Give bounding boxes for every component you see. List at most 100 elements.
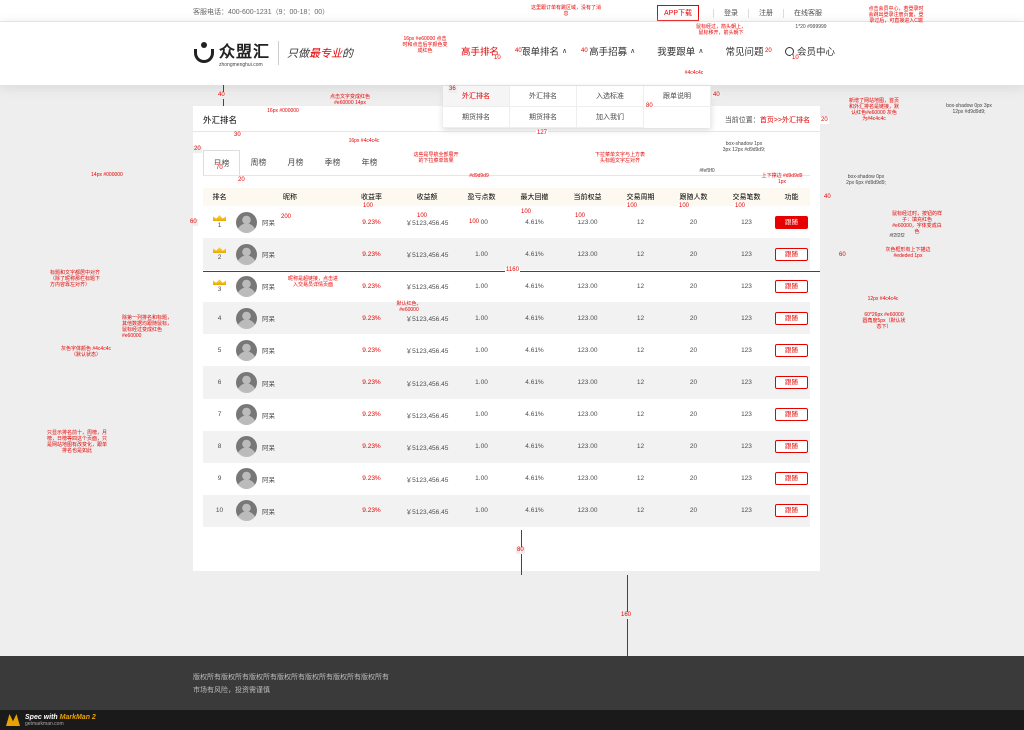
app-download-button[interactable]: APP下载 xyxy=(656,5,699,21)
col-max-drawdown: 最大回撤 xyxy=(520,194,549,201)
site-logo[interactable]: 众盟汇 zhongmenghui.com 只做最专业的 xyxy=(193,38,353,68)
nav-dropdown-menu: 外汇排名 外汇排名 入选标准 跟单说明 期货排名 期货排名 加入我们 xyxy=(443,86,711,128)
follow-button[interactable]: 跟随 xyxy=(775,343,808,357)
trade-period: 12 xyxy=(636,282,645,290)
follow-button[interactable]: 跟随 xyxy=(775,247,808,261)
return-amount: ￥5123,456.45 xyxy=(405,380,449,388)
followers: 20 xyxy=(689,314,698,322)
dim-label: 100 xyxy=(520,209,533,216)
dim-label: 20 xyxy=(820,117,829,124)
trade-count: 123 xyxy=(741,218,752,226)
trade-period: 12 xyxy=(636,250,645,258)
table-row[interactable]: 5 阿呆 9.23% ￥5123,456.45 1.00 4.61% 123.00 12 20 1… xyxy=(203,334,810,366)
register-link[interactable]: 注册 xyxy=(748,8,783,18)
annotation-row-border: 灰色框形有上下描边 #ededed 1px xyxy=(885,247,931,259)
annotation-row-bg: #f2f2f2 xyxy=(889,233,905,239)
table-row[interactable]: 7 阿呆 9.23% ￥5123,456.45 1.00 4.61% 123.00 12 20 1… xyxy=(203,399,810,431)
follow-button[interactable]: 跟随 xyxy=(775,440,808,454)
avatar xyxy=(236,500,257,522)
dim-label: 100 xyxy=(626,203,639,210)
annotation-crumb: 新增了网站地图，首页和外汇排名是链接，默认红色#e60000 灰色为#4c4c4… xyxy=(849,98,900,122)
follow-button[interactable]: 跟随 xyxy=(775,311,808,325)
trade-period: 12 xyxy=(636,379,645,387)
return-amount: ￥5123,456.45 xyxy=(405,444,449,452)
table-row[interactable]: 10 阿呆 9.23% ￥5123,456.45 1.00 4.61% 123.00 12 20… xyxy=(203,494,810,527)
return-rate: 9.23% xyxy=(362,218,381,226)
trader-name-link[interactable]: 阿呆 xyxy=(262,281,275,291)
dropdown-follow-guide[interactable]: 跟单说明 xyxy=(644,86,711,107)
col-rank: 排名 xyxy=(212,194,227,201)
dropdown-selection-standard[interactable]: 入选标准 xyxy=(577,86,644,107)
nav-follow-ranking[interactable]: 跟单排名 ∧ xyxy=(521,44,567,58)
return-rate: 9.23% xyxy=(362,250,381,258)
max-drawdown: 4.61% xyxy=(525,282,544,290)
trader-name-link[interactable]: 阿呆 xyxy=(262,410,275,420)
dim-label: 100 xyxy=(734,203,747,210)
dropdown-futures-ranking[interactable]: 期货排名 xyxy=(443,107,510,128)
return-amount: ￥5123,456.45 xyxy=(405,220,449,228)
nav-faq[interactable]: 常见问题 xyxy=(725,44,763,58)
table-row[interactable]: 8 阿呆 9.23% ￥5123,456.45 1.00 4.61% 123.00 12 20 1… xyxy=(203,430,810,463)
follow-button[interactable]: 跟随 xyxy=(775,376,808,390)
tab-yearly[interactable]: 年榜 xyxy=(351,150,388,175)
tab-weekly[interactable]: 周榜 xyxy=(240,150,277,175)
dropdown-join-us[interactable]: 加入我们 xyxy=(577,107,644,128)
trader-name-link[interactable]: 阿呆 xyxy=(262,378,275,388)
col-action: 功能 xyxy=(784,194,799,201)
points: 1.00 xyxy=(475,314,488,322)
dim-label: 40 xyxy=(712,92,721,99)
table-row[interactable]: 9 阿呆 9.23% ￥5123,456.45 1.00 4.61% 123.00 12 20 1… xyxy=(203,463,810,495)
rank-number: 3 xyxy=(217,286,222,294)
main-navbar: 众盟汇 zhongmenghui.com 只做最专业的 高手排名 跟单排名 ∧ 高… xyxy=(0,22,1024,85)
trader-name-link[interactable]: 阿呆 xyxy=(262,474,275,484)
trader-name-link[interactable]: 阿呆 xyxy=(262,506,275,516)
max-drawdown: 4.61% xyxy=(525,475,544,483)
trade-count: 123 xyxy=(741,379,752,387)
max-drawdown: 4.61% xyxy=(525,443,544,451)
follow-button[interactable]: 跟随 xyxy=(775,215,808,229)
table-row[interactable]: 1 阿呆 9.23% ￥5123,456.45 1.00 4.61% 123.00 12 20 1… xyxy=(203,206,810,238)
trader-name-link[interactable]: 阿呆 xyxy=(262,442,275,452)
followers: 20 xyxy=(689,411,698,419)
col-return-amount: 收益额 xyxy=(416,194,438,201)
table-row[interactable]: 6 阿呆 9.23% ￥5123,456.45 1.00 4.61% 123.00 12 20 1… xyxy=(203,366,810,399)
login-link[interactable]: 登录 xyxy=(713,8,748,18)
annotation-14px: 14px #000000 xyxy=(91,172,123,178)
annotation-cell: 12px #4c4c4c xyxy=(867,296,899,302)
follow-button[interactable]: 跟随 xyxy=(775,279,808,293)
follow-button[interactable]: 跟随 xyxy=(775,472,808,486)
dim-label: 100 xyxy=(468,219,481,226)
follow-button[interactable]: 跟随 xyxy=(775,408,808,422)
annotation-head-bg: #fef9f0 xyxy=(699,168,715,174)
trader-name-link[interactable]: 阿呆 xyxy=(262,217,275,227)
equity: 123.00 xyxy=(577,250,598,258)
nav-expert-recruit[interactable]: 高手招募 ∧ xyxy=(589,44,635,58)
col-equity: 当前权益 xyxy=(573,194,602,201)
table-row[interactable]: 4 阿呆 9.23% ￥5123,456.45 1.00 4.61% 123.00 12 20 1… xyxy=(203,302,810,335)
annotation-panel-shadow: box-shadow 0px 2px 6px #d9d9d9; xyxy=(846,174,886,186)
equity: 123.00 xyxy=(577,411,598,419)
online-service-link[interactable]: 在线客服 xyxy=(783,8,832,18)
equity: 123.00 xyxy=(577,346,598,354)
breadcrumb-link[interactable]: 首页>>外汇排名 xyxy=(760,117,810,124)
return-amount: ￥5123,456.45 xyxy=(405,412,449,420)
dropdown-futures-follow[interactable]: 期货排名 xyxy=(510,107,577,128)
tab-quarterly[interactable]: 季榜 xyxy=(314,150,351,175)
trader-name-link[interactable]: 阿呆 xyxy=(262,345,275,355)
table-row[interactable]: 2 阿呆 9.23% ￥5123,456.45 1.00 4.61% 123.00 12 20 1… xyxy=(203,238,810,271)
avatar xyxy=(236,275,257,297)
points: 1.00 xyxy=(475,282,488,290)
trade-period: 12 xyxy=(636,475,645,483)
primary-nav: 高手排名 跟单排名 ∧ 高手招募 ∧ 我要跟单 ∧ 常见问题 xyxy=(461,44,785,58)
nav-follow-trade[interactable]: 我要跟单 ∧ xyxy=(657,44,703,58)
logo-slogan: 只做最专业的 xyxy=(287,47,354,60)
trader-name-link[interactable]: 阿呆 xyxy=(262,313,275,323)
max-drawdown: 4.61% xyxy=(525,507,544,515)
follow-button[interactable]: 跟随 xyxy=(775,504,808,518)
annotation-app: 这里跟订单有跳区域，没有了消息 xyxy=(531,5,602,17)
tab-monthly[interactable]: 月榜 xyxy=(277,150,314,175)
trade-count: 123 xyxy=(741,346,752,354)
followers: 20 xyxy=(689,443,698,451)
dropdown-forex-follow[interactable]: 外汇排名 xyxy=(510,86,577,107)
trader-name-link[interactable]: 阿呆 xyxy=(262,249,275,259)
